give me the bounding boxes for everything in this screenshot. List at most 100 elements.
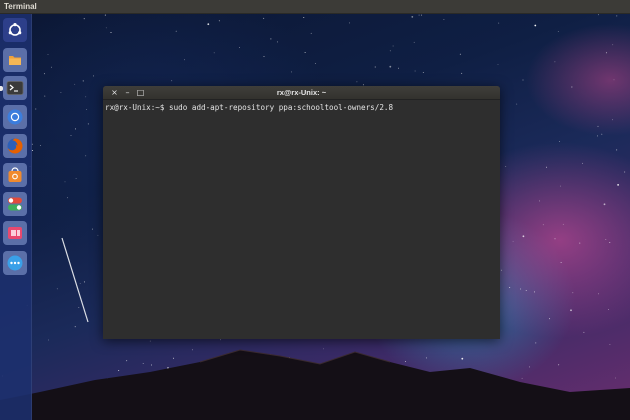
- star: [549, 318, 551, 320]
- star: [571, 86, 573, 88]
- star: [461, 72, 463, 74]
- star: [75, 177, 77, 179]
- star: [263, 17, 265, 19]
- star: [74, 83, 76, 85]
- star: [617, 184, 619, 186]
- launcher-item-files[interactable]: [3, 48, 27, 72]
- star: [105, 27, 107, 29]
- star: [85, 96, 87, 98]
- toggle-icon: [8, 197, 22, 211]
- star: [126, 360, 128, 362]
- star: [151, 364, 152, 366]
- star: [93, 75, 94, 77]
- star: [505, 166, 507, 167]
- shooting-star: [61, 237, 89, 323]
- active-app-title: Terminal: [4, 2, 37, 11]
- star: [304, 52, 306, 53]
- star: [559, 141, 561, 142]
- star: [583, 331, 585, 333]
- star: [74, 326, 76, 328]
- mountain-silhouette: [0, 350, 630, 420]
- star: [562, 223, 564, 225]
- star: [615, 377, 617, 379]
- star: [560, 185, 561, 187]
- star: [291, 71, 292, 73]
- document-icon: [8, 227, 22, 239]
- star: [498, 22, 500, 24]
- launcher-item-ubuntu-dash[interactable]: [3, 18, 27, 42]
- star: [443, 18, 445, 20]
- star: [570, 309, 572, 312]
- star: [97, 234, 99, 236]
- star: [207, 23, 210, 26]
- star: [605, 52, 607, 54]
- star: [582, 162, 584, 164]
- star: [421, 14, 423, 16]
- star: [44, 95, 46, 97]
- launcher-item-software-center[interactable]: [3, 163, 27, 187]
- window-titlebar[interactable]: × – □ rx@rx-Unix: ~: [103, 86, 500, 100]
- star: [83, 18, 85, 20]
- star: [612, 119, 614, 121]
- star: [118, 370, 120, 371]
- terminal-window[interactable]: × – □ rx@rx-Unix: ~ rx@rx-Unix:~$ sudo a…: [103, 86, 500, 339]
- launcher-item-show-apps[interactable]: [3, 251, 27, 275]
- window-title: rx@rx-Unix: ~: [276, 88, 327, 97]
- star: [47, 54, 49, 55]
- star: [392, 45, 394, 47]
- star: [597, 125, 599, 127]
- star: [218, 20, 220, 22]
- launcher-item-chromium[interactable]: [3, 105, 27, 129]
- star: [303, 17, 305, 18]
- star: [603, 203, 606, 206]
- star: [48, 339, 50, 341]
- launcher-item-firefox[interactable]: [3, 134, 27, 158]
- star: [461, 357, 464, 360]
- star: [389, 50, 391, 52]
- more-apps-icon: [7, 255, 23, 271]
- star: [398, 67, 399, 69]
- launcher-item-office[interactable]: [3, 221, 27, 245]
- star: [608, 309, 610, 310]
- star: [509, 287, 511, 289]
- launcher: [0, 14, 32, 420]
- star: [560, 262, 562, 264]
- star: [184, 59, 186, 61]
- star: [35, 108, 37, 110]
- star: [83, 281, 85, 283]
- star: [609, 242, 611, 243]
- star: [597, 135, 598, 137]
- launcher-item-terminal[interactable]: [3, 76, 27, 100]
- star: [64, 181, 66, 183]
- star: [598, 293, 600, 295]
- star: [348, 22, 350, 24]
- star: [534, 24, 537, 27]
- terminal-output[interactable]: rx@rx-Unix:~$ sudo add-apt-repository pp…: [103, 100, 500, 116]
- star: [609, 344, 611, 346]
- star: [616, 149, 618, 151]
- desktop: Terminal × – □ rx@rx-Unix: ~ rx@rx-Unix:…: [0, 0, 630, 420]
- star: [270, 38, 272, 40]
- star: [557, 30, 559, 32]
- folder-icon: [9, 56, 21, 65]
- star: [554, 61, 556, 63]
- star: [624, 171, 626, 173]
- star: [516, 103, 518, 105]
- star: [418, 14, 420, 16]
- launcher-item-settings[interactable]: [3, 192, 27, 216]
- star: [175, 30, 177, 32]
- star: [82, 80, 84, 82]
- star: [356, 81, 358, 83]
- star: [422, 72, 424, 73]
- star: [413, 41, 415, 43]
- star: [539, 200, 541, 202]
- star: [425, 357, 427, 359]
- star: [414, 70, 416, 72]
- firefox-icon: [7, 138, 23, 154]
- star: [70, 134, 72, 136]
- star: [546, 166, 547, 168]
- star: [598, 14, 599, 16]
- star: [519, 288, 521, 290]
- star: [521, 377, 523, 379]
- star: [91, 228, 93, 230]
